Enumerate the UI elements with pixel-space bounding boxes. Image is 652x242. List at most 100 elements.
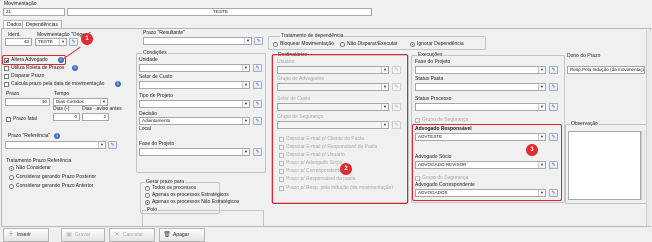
radio-todos-processos[interactable] bbox=[145, 186, 150, 191]
unidade-edit-button[interactable]: ✎ bbox=[253, 64, 262, 72]
local-label: Local bbox=[139, 126, 151, 132]
radio-nao-considerar-label: Não Considerar bbox=[16, 165, 52, 171]
highlight-box-3 bbox=[412, 124, 562, 201]
tipo-projeto-select[interactable]: ▼ bbox=[139, 100, 250, 108]
info-icon[interactable]: i bbox=[54, 133, 60, 139]
radio-todos-processos-label: Todos os processos bbox=[152, 185, 197, 191]
dias-minus-label: Dias (-) bbox=[53, 106, 70, 112]
radio-bloquear[interactable] bbox=[273, 42, 278, 47]
condicoes-title: Condições bbox=[142, 50, 168, 56]
cancelar-button[interactable]: ✕ Cancelar bbox=[109, 228, 155, 242]
disparar-prazo-checkbox[interactable] bbox=[4, 74, 9, 79]
exec-fase-select[interactable]: ▼ bbox=[415, 66, 546, 74]
apagar-button[interactable]: 🗑 Apagar bbox=[159, 228, 205, 242]
exec-fase-edit-button[interactable]: ✎ bbox=[549, 66, 558, 74]
radio-nao-disparar[interactable] bbox=[340, 42, 345, 47]
ident-field[interactable]: 43 bbox=[5, 38, 32, 46]
decisao-select[interactable]: Adiantamento ▼ bbox=[139, 117, 250, 125]
cancel-icon: ✕ bbox=[114, 232, 120, 238]
origin-movement-select[interactable]: TESTE ▼ bbox=[35, 38, 67, 46]
highlight-box-1 bbox=[2, 55, 66, 65]
exec-fase-label: Fase do Projeto bbox=[415, 59, 451, 65]
fase-projeto-edit-button[interactable]: ✎ bbox=[253, 148, 262, 156]
decisao-edit-button[interactable]: ✎ bbox=[253, 117, 262, 125]
setor-custo-edit-button[interactable]: ✎ bbox=[253, 81, 262, 89]
prazo-fatal-label: Prazo fatal bbox=[13, 116, 37, 122]
status-processo-select[interactable]: ▼ bbox=[415, 103, 546, 111]
chevron-down-icon: ▼ bbox=[100, 99, 107, 105]
movement-id-field[interactable]: 21 bbox=[3, 8, 65, 16]
chevron-down-icon: ▼ bbox=[242, 149, 249, 155]
exec-grupo-seguranca-label: Grupo de Segurança bbox=[422, 117, 469, 123]
dias-aviso-label: Dias - aviso antes bbox=[82, 106, 122, 112]
unidade-select[interactable]: ▼ bbox=[139, 64, 250, 72]
calcula-prazo-checkbox[interactable] bbox=[4, 82, 9, 87]
setor-custo-select[interactable]: ▼ bbox=[139, 81, 250, 89]
unidade-label: Unidade bbox=[139, 57, 158, 63]
trash-icon: 🗑 bbox=[163, 232, 171, 238]
dias-aviso-field[interactable]: 2 bbox=[82, 113, 109, 121]
dono-prazo-field[interactable]: Resp.Pela Indução (da movimentação) bbox=[567, 66, 645, 74]
radio-prazo-anterior[interactable] bbox=[9, 184, 14, 189]
observacao-title: Observação bbox=[570, 121, 599, 127]
tratamento-prazo-title: Tratamento Prazo Referência bbox=[6, 158, 72, 164]
chevron-down-icon: ▼ bbox=[538, 67, 545, 73]
tratamento-dependencia-title: Tratamento de dependência bbox=[280, 33, 345, 39]
calcula-prazo-label: Calcula prazo pela data de movimentação bbox=[11, 81, 105, 87]
radio-estrategicos[interactable] bbox=[145, 193, 150, 198]
form-scrollbar[interactable] bbox=[646, 30, 651, 226]
prazo-resultante-edit-button[interactable]: ✎ bbox=[254, 37, 263, 45]
tempo-select[interactable]: Dias Corridos ▼ bbox=[53, 98, 108, 106]
fase-projeto-select[interactable]: ▼ bbox=[139, 148, 250, 156]
annotation-badge-2: 2 bbox=[340, 163, 352, 175]
radio-nao-estrategicos-label: Apenas os processos Não Estratégicos bbox=[152, 199, 240, 205]
polo-title: Polo bbox=[146, 207, 159, 213]
gravar-button[interactable]: ▣ Gravar bbox=[61, 228, 105, 242]
chevron-down-icon: ▼ bbox=[242, 82, 249, 88]
execucoes-title: Execuções bbox=[417, 52, 444, 58]
prazo-label: Prazo bbox=[6, 91, 20, 97]
highlight-box-2 bbox=[272, 54, 408, 204]
radio-estrategicos-label: Apenas os processos Estratégicos bbox=[152, 192, 229, 198]
prazo-fatal-checkbox[interactable] bbox=[6, 117, 11, 122]
info-icon[interactable]: i bbox=[72, 65, 78, 71]
prazo-field[interactable]: 10 bbox=[5, 98, 50, 106]
radio-prazo-posterior[interactable] bbox=[9, 175, 14, 180]
movement-label: Movimentação bbox=[4, 1, 37, 7]
chevron-down-icon: ▼ bbox=[98, 142, 105, 148]
status-pasta-select[interactable]: ▼ bbox=[415, 83, 546, 91]
chevron-down-icon: ▼ bbox=[242, 101, 249, 107]
tipo-projeto-edit-button[interactable]: ✎ bbox=[253, 100, 262, 108]
observacao-textarea[interactable] bbox=[568, 131, 641, 200]
setor-custo-label: Setor de Custo bbox=[139, 74, 173, 80]
tipo-projeto-label: Tipo de Projeto bbox=[139, 93, 173, 99]
status-processo-edit-button[interactable]: ✎ bbox=[549, 103, 558, 111]
chevron-down-icon: ▼ bbox=[242, 65, 249, 71]
dias-minus-field[interactable]: 0 bbox=[53, 113, 80, 121]
chevron-down-icon: ▼ bbox=[242, 118, 249, 124]
radio-ignorar[interactable] bbox=[410, 42, 415, 47]
exec-grupo-seguranca-checkbox[interactable] bbox=[415, 118, 420, 123]
status-processo-label: Status Processo bbox=[415, 96, 452, 102]
roleta-checkbox[interactable] bbox=[4, 66, 9, 71]
prazo-referencia-select[interactable]: ▼ bbox=[5, 141, 106, 149]
chevron-down-icon: ▼ bbox=[538, 104, 545, 110]
inserir-button[interactable]: ＋ Inserir bbox=[3, 228, 49, 242]
dono-prazo-title: Dono do Prazo bbox=[567, 53, 601, 59]
annotation-badge-3: 3 bbox=[526, 144, 538, 156]
info-icon[interactable]: i bbox=[115, 81, 121, 87]
movement-name-field[interactable]: TESTE bbox=[67, 8, 372, 16]
prazo-resultante-select[interactable]: ▼ bbox=[143, 37, 252, 45]
radio-prazo-anterior-label: Considerar gerando Prazo Anterior bbox=[16, 183, 94, 189]
status-pasta-edit-button[interactable]: ✎ bbox=[549, 83, 558, 91]
prazo-referencia-label: Prazo "Referência" bbox=[8, 133, 51, 139]
radio-ignorar-label: Ignorar Dependência bbox=[417, 41, 464, 47]
radio-nao-estrategicos[interactable] bbox=[145, 200, 150, 205]
origin-edit-button[interactable]: ✎ bbox=[69, 38, 78, 46]
disparar-prazo-label: Disparar Prazo bbox=[11, 73, 45, 79]
radio-bloquear-label: Bloquear Movimentação bbox=[280, 41, 334, 47]
status-pasta-label: Status Pasta bbox=[415, 76, 444, 82]
prazo-referencia-edit-button[interactable]: ✎ bbox=[108, 141, 117, 149]
radio-nao-considerar[interactable] bbox=[9, 166, 14, 171]
save-icon: ▣ bbox=[66, 232, 72, 238]
